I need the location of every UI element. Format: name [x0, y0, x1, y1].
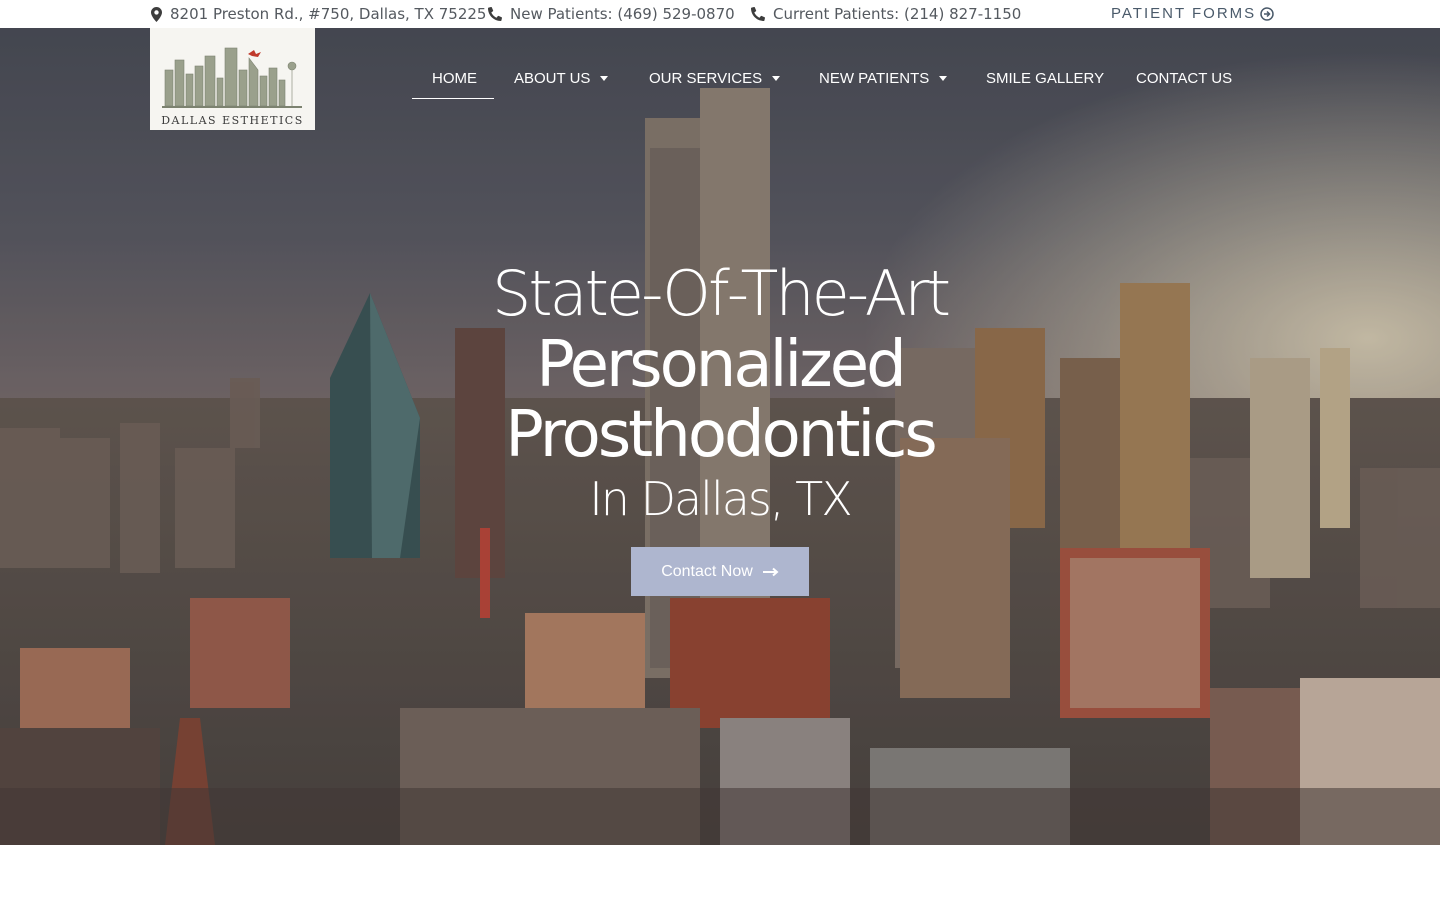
- headline-line-2: Personalized: [536, 328, 906, 402]
- headline-line-3: Prosthodontics: [505, 398, 937, 472]
- contact-now-label: Contact Now: [661, 562, 753, 580]
- new-patients-phone[interactable]: New Patients: (469) 529-0870: [488, 5, 735, 23]
- nav-item-new-patients[interactable]: NEW PATIENTS: [819, 70, 948, 87]
- section-divider-wave: [0, 845, 1440, 900]
- phone-icon: [751, 7, 765, 21]
- contact-now-button[interactable]: Contact Now: [631, 547, 809, 596]
- headline-line-1: State-Of-The-Art: [491, 257, 951, 330]
- nav-item-home[interactable]: HOME: [432, 70, 477, 87]
- nav-active-underline: [412, 98, 494, 99]
- dallas-skyline-logo-icon: [162, 47, 302, 108]
- address-text: 8201 Preston Rd., #750, Dallas, TX 75225: [170, 5, 487, 23]
- phone-icon: [488, 7, 502, 21]
- site-logo[interactable]: DALLAS ESTHETICS: [150, 28, 315, 130]
- caret-down-icon: [772, 76, 781, 81]
- hero-headline: State-Of-The-Art Personalized Prosthodon…: [0, 258, 1440, 528]
- headline-line-4: In Dallas, TX: [589, 472, 853, 526]
- top-info-bar: 8201 Preston Rd., #750, Dallas, TX 75225…: [0, 0, 1440, 28]
- patient-forms-link[interactable]: PATIENT FORMS: [1111, 5, 1274, 22]
- caret-down-icon: [939, 76, 948, 81]
- address-item[interactable]: 8201 Preston Rd., #750, Dallas, TX 75225: [151, 5, 486, 23]
- long-arrow-right-icon: [762, 567, 779, 576]
- map-pin-icon: [151, 6, 162, 22]
- arrow-circle-right-icon: [1260, 6, 1274, 21]
- nav-item-smile-gallery[interactable]: SMILE GALLERY: [986, 70, 1104, 87]
- nav-item-contact-us[interactable]: CONTACT US: [1136, 70, 1232, 87]
- nav-label: NEW PATIENTS: [819, 70, 930, 87]
- patient-forms-label: PATIENT FORMS: [1111, 5, 1257, 22]
- current-patients-text: Current Patients: (214) 827-1150: [773, 5, 1022, 23]
- current-patients-phone[interactable]: Current Patients: (214) 827-1150: [751, 5, 1021, 23]
- new-patients-text: New Patients: (469) 529-0870: [510, 5, 735, 23]
- nav-item-our-services[interactable]: OUR SERVICES: [649, 70, 781, 87]
- nav-label: HOME: [432, 70, 477, 87]
- logo-text: DALLAS ESTHETICS: [161, 114, 304, 127]
- nav-label: CONTACT US: [1136, 70, 1233, 87]
- nav-label: OUR SERVICES: [649, 70, 763, 87]
- nav-label: ABOUT US: [514, 70, 591, 87]
- nav-label: SMILE GALLERY: [986, 70, 1105, 87]
- nav-item-about-us[interactable]: ABOUT US: [514, 70, 609, 87]
- caret-down-icon: [600, 76, 609, 81]
